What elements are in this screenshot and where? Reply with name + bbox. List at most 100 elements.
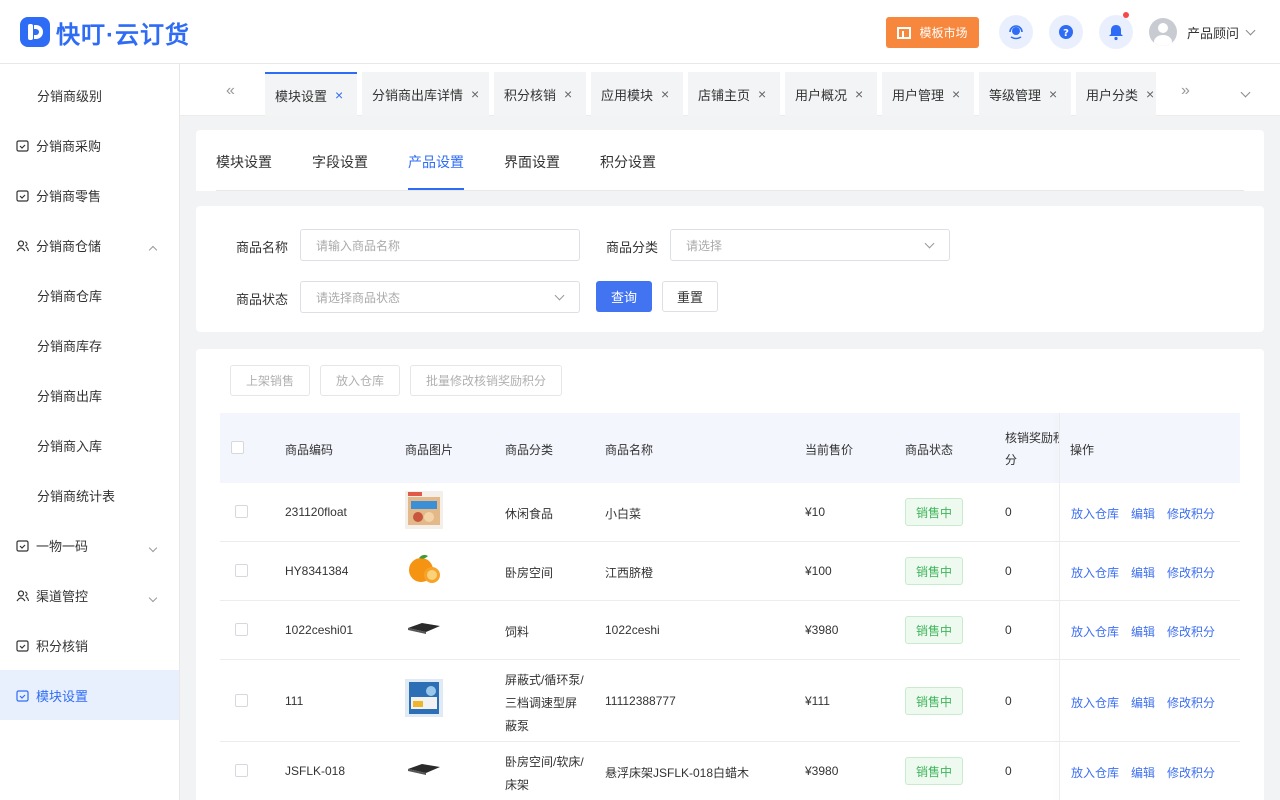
subtab-points-settings[interactable]: 积分设置: [600, 152, 656, 172]
calendar-icon: [16, 539, 29, 552]
sidebar-item-distributor-warehouse[interactable]: 分销商仓库: [0, 270, 179, 320]
user-name: 产品顾问: [1187, 25, 1240, 41]
row-to-warehouse-link[interactable]: 放入仓库: [1071, 764, 1119, 781]
batch-edit-points-button[interactable]: 批量修改核销奖励积分: [410, 365, 562, 396]
sidebar-item-label: 分销商仓储: [36, 238, 102, 254]
product-points: 0: [1005, 764, 1012, 778]
tab-level-management[interactable]: 等级管理 ×: [979, 72, 1071, 116]
tabs-prev-button[interactable]: «: [226, 82, 235, 100]
select-all-checkbox[interactable]: [231, 441, 244, 454]
product-category: 卧房空间/软床/: [505, 755, 584, 769]
calendar-icon: [16, 689, 29, 702]
row-to-warehouse-link[interactable]: 放入仓库: [1071, 564, 1119, 581]
header-name: 商品名称: [605, 443, 654, 457]
user-menu[interactable]: 产品顾问: [1149, 18, 1256, 46]
notifications-button[interactable]: [1099, 12, 1133, 49]
help-button[interactable]: ?: [1049, 15, 1083, 49]
row-edit-link[interactable]: 编辑: [1131, 505, 1155, 522]
product-code: JSFLK-018: [285, 764, 346, 778]
query-button[interactable]: 查询: [596, 281, 652, 312]
sidebar-item-label: 分销商级别: [37, 88, 103, 104]
black-board-image[interactable]: [405, 750, 443, 788]
product-category-line2: 床架: [505, 778, 530, 792]
sidebar-item-distributor-level[interactable]: 分销商级别: [0, 70, 179, 120]
app-logo[interactable]: 快叮·云订货: [20, 16, 190, 49]
row-checkbox[interactable]: [235, 764, 248, 777]
tab-user-management[interactable]: 用户管理 ×: [882, 72, 974, 116]
customer-service-button[interactable]: [999, 15, 1033, 49]
row-to-warehouse-link[interactable]: 放入仓库: [1071, 694, 1119, 711]
calendar-icon: [16, 639, 29, 652]
sidebar-item-distributor-purchase[interactable]: 分销商采购: [0, 120, 179, 170]
row-edit-points-link[interactable]: 修改积分: [1167, 694, 1215, 711]
row-edit-link[interactable]: 编辑: [1131, 623, 1155, 640]
subtab-ui-settings[interactable]: 界面设置: [504, 152, 560, 172]
sidebar-item-distributor-retail[interactable]: 分销商零售: [0, 170, 179, 220]
product-box-image[interactable]: [405, 679, 443, 717]
product-status-select[interactable]: 请选择商品状态: [300, 281, 580, 313]
product-name-input[interactable]: 请输入商品名称: [300, 229, 580, 261]
row-edit-link[interactable]: 编辑: [1131, 564, 1155, 581]
close-icon[interactable]: ×: [471, 86, 479, 102]
sidebar-item-distributor-outbound[interactable]: 分销商出库: [0, 370, 179, 420]
row-edit-points-link[interactable]: 修改积分: [1167, 505, 1215, 522]
sidebar-item-distributor-inventory[interactable]: 分销商库存: [0, 320, 179, 370]
subtab-module-settings[interactable]: 模块设置: [216, 152, 272, 172]
row-edit-points-link[interactable]: 修改积分: [1167, 564, 1215, 581]
tabs-next-button[interactable]: »: [1181, 82, 1190, 100]
close-icon[interactable]: ×: [1146, 86, 1154, 102]
header-operations: 操作: [1070, 443, 1095, 457]
reset-button[interactable]: 重置: [662, 281, 718, 312]
row-to-warehouse-link[interactable]: 放入仓库: [1071, 505, 1119, 522]
row-to-warehouse-link[interactable]: 放入仓库: [1071, 623, 1119, 640]
chevron-down-icon: [1240, 87, 1251, 98]
snack-bag-image[interactable]: [405, 491, 443, 529]
tab-app-modules[interactable]: 应用模块 ×: [591, 72, 683, 116]
to-warehouse-button[interactable]: 放入仓库: [320, 365, 400, 396]
tab-user-category[interactable]: 用户分类 ×: [1076, 72, 1156, 116]
chevron-down-icon: [148, 589, 158, 604]
product-status-label: 商品状态: [236, 292, 289, 307]
close-icon[interactable]: ×: [855, 86, 863, 102]
subtab-field-settings[interactable]: 字段设置: [312, 152, 368, 172]
row-checkbox[interactable]: [235, 623, 248, 636]
product-category-select[interactable]: 请选择: [670, 229, 950, 261]
product-code: 231120float: [285, 505, 347, 519]
tab-shop-home[interactable]: 店铺主页 ×: [688, 72, 780, 116]
bell-icon: [1109, 25, 1123, 41]
on-sale-button[interactable]: 上架销售: [230, 365, 310, 396]
sidebar-item-distributor-storage[interactable]: 分销商仓储: [0, 220, 179, 270]
sidebar-item-distributor-inbound[interactable]: 分销商入库: [0, 420, 179, 470]
close-icon[interactable]: ×: [1049, 86, 1057, 102]
sidebar-item-channel-control[interactable]: 渠道管控: [0, 570, 179, 620]
black-board-image[interactable]: [405, 609, 443, 647]
close-icon[interactable]: ×: [335, 87, 343, 103]
subtab-product-settings[interactable]: 产品设置: [408, 152, 464, 172]
sidebar-item-points-redeem[interactable]: 积分核销: [0, 620, 179, 670]
close-icon[interactable]: ×: [661, 86, 669, 102]
logo-icon: [20, 17, 50, 47]
orange-image[interactable]: [405, 550, 443, 588]
row-edit-points-link[interactable]: 修改积分: [1167, 623, 1215, 640]
close-icon[interactable]: ×: [564, 86, 572, 102]
tab-user-overview[interactable]: 用户概况 ×: [785, 72, 877, 116]
template-market-button[interactable]: 模板市场: [886, 17, 979, 48]
calendar-icon: [16, 139, 29, 152]
row-edit-link[interactable]: 编辑: [1131, 694, 1155, 711]
tab-module-settings[interactable]: 模块设置 ×: [265, 72, 357, 116]
row-edit-points-link[interactable]: 修改积分: [1167, 764, 1215, 781]
row-checkbox[interactable]: [235, 564, 248, 577]
tabs-menu-button[interactable]: [1240, 84, 1251, 99]
sidebar-item-module-settings[interactable]: 模块设置: [0, 670, 179, 720]
table-header: 商品编码 商品图片 商品分类 商品名称 当前售价 商品状态 核销奖励积 分 操作: [220, 413, 1240, 483]
row-edit-link[interactable]: 编辑: [1131, 764, 1155, 781]
tab-points-redeem[interactable]: 积分核销 ×: [494, 72, 586, 116]
row-checkbox[interactable]: [235, 505, 248, 518]
sidebar-item-one-item-one-code[interactable]: 一物一码: [0, 520, 179, 570]
close-icon[interactable]: ×: [758, 86, 766, 102]
product-category: 饲料: [505, 625, 530, 639]
sidebar-item-distributor-stats[interactable]: 分销商统计表: [0, 470, 179, 520]
close-icon[interactable]: ×: [952, 86, 960, 102]
row-checkbox[interactable]: [235, 694, 248, 707]
tab-distributor-outbound-detail[interactable]: 分销商出库详情 ×: [362, 72, 489, 116]
